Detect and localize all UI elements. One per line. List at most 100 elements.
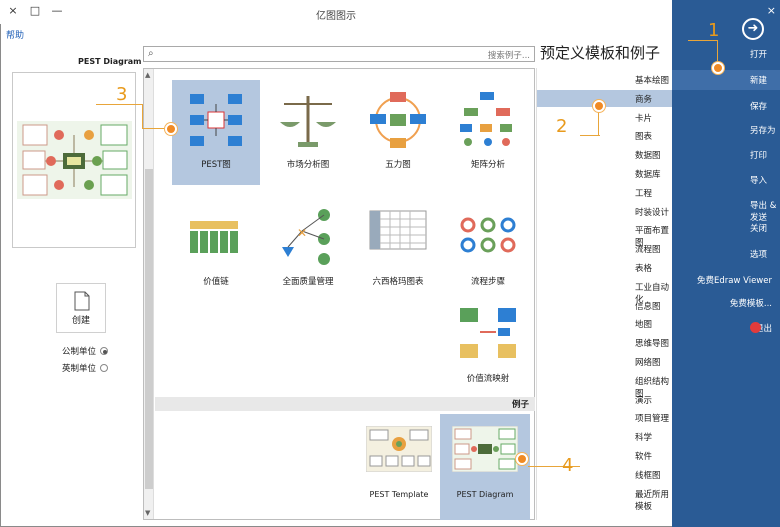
sidebar-item[interactable]: 另存为 <box>672 120 780 140</box>
category-label: 图表 <box>635 132 653 143</box>
category-item[interactable]: 演示 <box>537 391 673 408</box>
template-gallery: ▲ ▼ PEST图 市场分析图 五力图 矩阵分析 价值链 ✕ 全面质量管理 六西… <box>143 68 535 520</box>
category-item[interactable]: 线框图 <box>537 466 673 483</box>
category-item[interactable]: 最近所用模板 <box>537 485 673 512</box>
scroll-thumb[interactable] <box>145 169 153 489</box>
unit-metric[interactable]: 公制单位 <box>62 345 109 357</box>
template-label: 价值流映射 <box>466 374 510 384</box>
unit-imperial-label: 英制单位 <box>62 364 97 374</box>
callout-3: 3 <box>116 84 128 105</box>
category-item[interactable]: 地图 <box>537 315 673 332</box>
template-label: 六西格玛图表 <box>372 277 424 287</box>
category-label: 数据库 <box>635 170 661 180</box>
example-pest-diagram[interactable]: PEST Diagram <box>440 414 530 520</box>
template-value-chain[interactable]: 价值链 <box>172 197 260 302</box>
sidebar-item[interactable]: 退出 <box>672 318 780 338</box>
category-item[interactable]: 基本绘图 <box>537 71 673 88</box>
category-item[interactable]: 流程图 <box>537 240 673 257</box>
tqm-icon: ✕ <box>282 209 330 265</box>
scale-icon <box>280 96 336 147</box>
search-input[interactable]: ⌕ 搜索例子... <box>143 46 535 62</box>
category-item[interactable]: 平面布置图 <box>537 221 673 248</box>
category-item[interactable]: 商务 <box>537 89 673 107</box>
callout-line <box>580 135 600 136</box>
sidebar-item-label: 免费模板... <box>729 299 772 309</box>
category-item[interactable]: 网络图 <box>537 353 673 370</box>
category-item[interactable]: 科学 <box>537 428 673 445</box>
create-button[interactable]: 创建 <box>56 283 106 333</box>
template-value-stream[interactable]: 价值流映射 <box>444 294 532 399</box>
back-arrow-icon[interactable]: ➜ <box>742 18 764 40</box>
template-market-analysis[interactable]: 市场分析图 <box>264 80 352 185</box>
category-item[interactable]: 信息图 <box>537 297 673 314</box>
unit-metric-label: 公制单位 <box>62 347 97 357</box>
sidebar-item[interactable]: 导入 <box>672 170 780 190</box>
sidebar-item-label: 导入 <box>750 176 768 186</box>
search-icon[interactable]: ⌕ <box>148 48 154 59</box>
template-pest[interactable]: PEST图 <box>172 80 260 185</box>
value-stream-icon <box>460 308 516 358</box>
sidebar-item[interactable]: 打开 <box>672 44 780 64</box>
sidebar-item[interactable]: 选项 <box>672 244 780 264</box>
sidebar-item[interactable]: 免费模板... <box>672 293 780 313</box>
sidebar-item[interactable]: 免费Edraw Viewer <box>672 270 780 290</box>
examples-section-label: 例子 <box>511 400 529 410</box>
template-five-forces[interactable]: 五力图 <box>354 80 442 185</box>
template-tqm[interactable]: ✕ 全面质量管理 <box>264 197 352 302</box>
example-pest-template[interactable]: PEST Template <box>354 414 444 520</box>
sidebar-item-label: 选项 <box>750 250 768 260</box>
category-item[interactable]: 数据库 <box>537 165 673 182</box>
category-label: 工程 <box>635 188 653 199</box>
category-item[interactable]: 时装设计 <box>537 203 673 220</box>
category-item[interactable]: 项目管理 <box>537 409 673 426</box>
scroll-up-icon[interactable]: ▲ <box>145 71 150 79</box>
category-item[interactable]: 数据图 <box>537 146 673 163</box>
gallery-scrollbar[interactable]: ▲ ▼ <box>144 69 154 519</box>
category-item[interactable]: 工程 <box>537 184 673 201</box>
help-link[interactable]: 帮助 <box>6 28 24 41</box>
callout-1: 1 <box>708 20 720 41</box>
sidebar-item[interactable]: 新建 <box>672 70 780 90</box>
process-steps-icon <box>460 217 516 253</box>
sidebar-item[interactable]: 打印 <box>672 145 780 165</box>
radio-icon[interactable] <box>100 364 109 372</box>
example-label: PEST Template <box>369 490 429 499</box>
value-chain-icon <box>190 221 238 253</box>
new-document-icon <box>74 291 90 311</box>
examples-section-header: 例子 <box>155 397 535 411</box>
template-process-steps[interactable]: 流程步骤 <box>444 197 532 302</box>
callout-dot-4 <box>516 453 528 465</box>
category-label: 网络图 <box>635 358 661 368</box>
svg-text:✕: ✕ <box>297 226 307 240</box>
category-label: 演示 <box>635 395 653 406</box>
category-item[interactable]: 工业自动化 <box>537 278 673 305</box>
category-label: 基本绘图 <box>635 76 670 86</box>
category-label: 流程图 <box>635 245 661 256</box>
radio-icon[interactable] <box>100 347 109 355</box>
sidebar-item[interactable]: 保存 <box>672 96 780 116</box>
sidebar-item[interactable]: 关闭 <box>672 218 780 238</box>
sidebar-item[interactable]: 导出 & 发送 <box>672 195 780 223</box>
scroll-down-icon[interactable]: ▼ <box>145 509 150 517</box>
category-item[interactable]: 表格 <box>537 259 673 276</box>
category-item[interactable]: 组织结构图 <box>537 372 673 399</box>
create-label: 创建 <box>71 316 90 326</box>
search-placeholder: 搜索例子... <box>487 51 530 61</box>
category-item[interactable]: 思维导图 <box>537 334 673 351</box>
pest-template-icon <box>190 94 242 146</box>
template-six-sigma[interactable]: 六西格玛图表 <box>354 197 442 302</box>
template-label: 矩阵分析 <box>470 160 505 170</box>
template-matrix-analysis[interactable]: 矩阵分析 <box>444 80 532 185</box>
unit-imperial[interactable]: 英制单位 <box>62 362 109 374</box>
category-label: 软件 <box>635 452 653 462</box>
category-item[interactable]: 软件 <box>537 447 673 464</box>
preview-thumbnail <box>17 121 132 199</box>
example-label: PEST Diagram <box>456 490 514 499</box>
template-label: 价值链 <box>203 277 229 287</box>
category-label: 数据图 <box>635 151 661 162</box>
title-bar: × □ — 亿图图示 <box>0 0 672 24</box>
page-title: 预定义模板和例子 <box>540 44 661 62</box>
decision-tree-icon <box>460 92 512 146</box>
sidebar-close-icon[interactable]: × <box>767 4 776 17</box>
sidebar-item-label: 打开 <box>750 50 768 60</box>
